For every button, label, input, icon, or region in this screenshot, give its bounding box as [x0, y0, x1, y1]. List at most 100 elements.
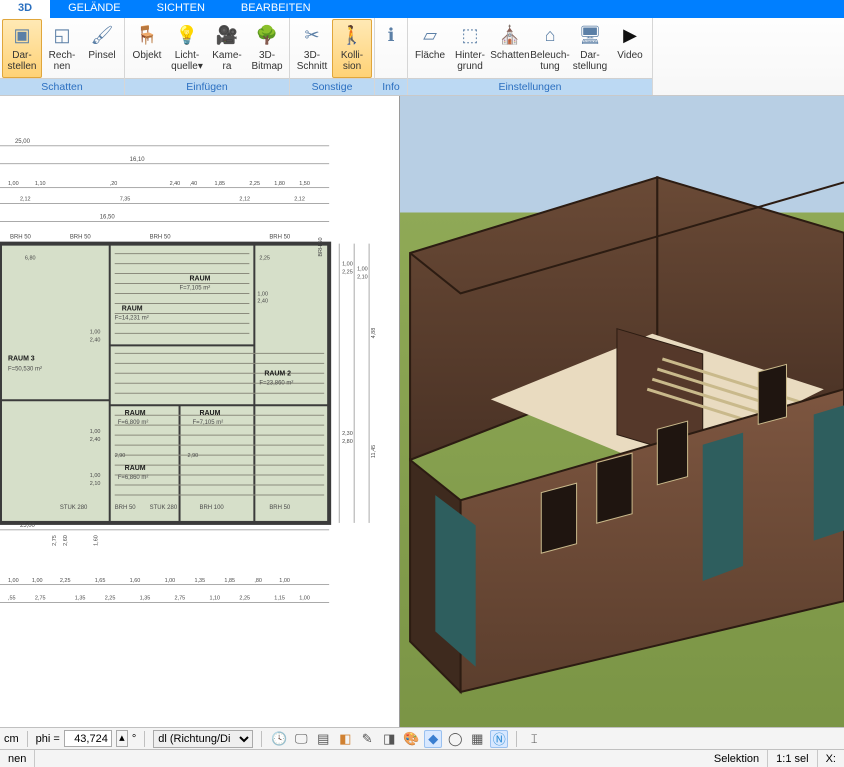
grid-icon[interactable]: ▦: [468, 730, 486, 748]
svg-text:BRH 50: BRH 50: [10, 235, 32, 241]
tab-edit[interactable]: BEARBEITEN: [223, 0, 329, 18]
lichtquelle-button[interactable]: 💡Licht- quelle▾: [167, 19, 207, 78]
cube-wire-icon: ◱: [49, 22, 75, 48]
svg-text:STUK 280: STUK 280: [150, 505, 178, 511]
darstellung-button[interactable]: 🖥Dar- stellung: [570, 19, 610, 78]
svg-text:F=14,231 m²: F=14,231 m²: [115, 315, 149, 321]
svg-text:25,00: 25,00: [20, 523, 36, 529]
play-icon: ▶: [617, 22, 643, 48]
palette-icon[interactable]: 🎨: [402, 730, 420, 748]
schatten-button[interactable]: ⛪Schatten: [490, 19, 530, 78]
monitor-icon: 🖥: [577, 22, 603, 48]
north-icon[interactable]: Ⓝ: [490, 730, 508, 748]
svg-text:1,00: 1,00: [357, 267, 368, 273]
3d-view-pane[interactable]: [400, 96, 844, 743]
svg-text:2,60: 2,60: [63, 535, 69, 546]
svg-text:1,10: 1,10: [209, 596, 220, 602]
svg-text:F=50,530 m²: F=50,530 m²: [8, 366, 42, 372]
video-button[interactable]: ▶Video: [610, 19, 650, 78]
svg-text:1,00: 1,00: [165, 578, 176, 584]
workspace: 25,00 16,10 1,00 1,10 ,20 2,40 ,40 1,85 …: [0, 96, 844, 743]
svg-text:1,60: 1,60: [94, 535, 100, 546]
svg-text:7,35: 7,35: [120, 197, 131, 203]
hintergrund-button[interactable]: ⬚Hinter- grund: [450, 19, 490, 78]
tab-terrain[interactable]: GELÄNDE: [50, 0, 139, 18]
status-left: nen: [0, 750, 35, 767]
ribbon-group-info: ℹ Info: [375, 18, 408, 95]
status-bar: nen Selektion 1:1 sel X:: [0, 749, 844, 767]
svg-text:BRH 50: BRH 50: [318, 237, 324, 256]
svg-text:RAUM: RAUM: [190, 276, 211, 283]
layer-blue-icon[interactable]: ◆: [424, 730, 442, 748]
svg-text:2,25: 2,25: [60, 578, 71, 584]
svg-text:2,30: 2,30: [342, 431, 353, 437]
svg-text:2,90: 2,90: [115, 453, 126, 459]
status-x: X:: [818, 750, 844, 767]
phi-stepper[interactable]: ▴: [116, 730, 128, 747]
svg-text:2,25: 2,25: [259, 256, 270, 262]
phi-input[interactable]: [64, 730, 112, 747]
info-button[interactable]: ℹ: [377, 19, 405, 78]
svg-text:16,10: 16,10: [130, 157, 146, 163]
rechnen-button[interactable]: ◱Rech- nen: [42, 19, 82, 78]
objekt-button[interactable]: 🪑Objekt: [127, 19, 167, 78]
group-label: Einstellungen: [408, 78, 652, 95]
svg-text:1,00: 1,00: [90, 429, 101, 435]
svg-text:F=6,809 m²: F=6,809 m²: [118, 420, 149, 426]
layers-orange-icon[interactable]: ◧: [336, 730, 354, 748]
svg-text:2,25: 2,25: [105, 596, 116, 602]
svg-text:1,00: 1,00: [90, 329, 101, 335]
monitor-icon[interactable]: 🖵: [292, 730, 310, 748]
svg-text:2,12: 2,12: [20, 197, 31, 203]
3d-schnitt-button[interactable]: ✂3D- Schnitt: [292, 19, 332, 78]
person-icon: 🚶: [339, 22, 365, 48]
kamera-button[interactable]: 🎥Kame- ra: [207, 19, 247, 78]
svg-text:25,00: 25,00: [15, 139, 31, 145]
svg-text:RAUM: RAUM: [122, 305, 143, 312]
svg-text:RAUM 3: RAUM 3: [8, 355, 35, 362]
svg-text:1,35: 1,35: [140, 596, 151, 602]
3d-viewport[interactable]: [400, 96, 844, 743]
svg-text:BRH 100: BRH 100: [199, 505, 224, 511]
dl-select[interactable]: dl (Richtung/Di: [153, 730, 253, 748]
svg-text:F=23,860 m²: F=23,860 m²: [259, 380, 293, 386]
beleuchtung-button[interactable]: ⌂Beleuch- tung: [530, 19, 570, 78]
darstellen-button[interactable]: ▣Dar- stellen: [2, 19, 42, 78]
separator: [144, 731, 145, 747]
3d-bitmap-button[interactable]: 🌳3D- Bitmap: [247, 19, 287, 78]
clock-icon[interactable]: 🕓: [270, 730, 288, 748]
svg-text:1,85: 1,85: [224, 578, 235, 584]
separator: [27, 731, 28, 747]
svg-text:2,80: 2,80: [342, 439, 353, 445]
svg-text:2,90: 2,90: [188, 453, 199, 459]
svg-text:BRH 50: BRH 50: [115, 505, 137, 511]
group-label: Einfügen: [125, 78, 289, 95]
text-cursor-icon[interactable]: 𝙸: [525, 730, 543, 748]
svg-text:1,10: 1,10: [35, 181, 46, 187]
kollision-button[interactable]: 🚶Kolli- sion: [332, 19, 372, 78]
cube-solid-icon: ▣: [9, 22, 35, 48]
ribbon-group-einfuegen: 🪑Objekt 💡Licht- quelle▾ 🎥Kame- ra 🌳3D- B…: [125, 18, 290, 95]
floor-plan-pane[interactable]: 25,00 16,10 1,00 1,10 ,20 2,40 ,40 1,85 …: [0, 96, 400, 743]
svg-text:1,00: 1,00: [32, 578, 43, 584]
tab-3d[interactable]: 3D: [0, 0, 50, 18]
tab-views[interactable]: SICHTEN: [139, 0, 223, 18]
background-icon: ⬚: [457, 22, 483, 48]
globe-icon[interactable]: ◯: [446, 730, 464, 748]
svg-text:BRH 50: BRH 50: [269, 235, 291, 241]
svg-text:2,75: 2,75: [52, 535, 58, 546]
svg-text:11,45: 11,45: [371, 445, 377, 458]
group-label: Schatten: [0, 78, 124, 95]
wand-icon[interactable]: ✎: [358, 730, 376, 748]
stack-icon[interactable]: ▤: [314, 730, 332, 748]
svg-text:2,12: 2,12: [239, 197, 250, 203]
eraser-icon[interactable]: ◨: [380, 730, 398, 748]
pinsel-button[interactable]: 🖌Pinsel: [82, 19, 122, 78]
ribbon-group-einstellungen: ▱Fläche ⬚Hinter- grund ⛪Schatten ⌂Beleuc…: [408, 18, 653, 95]
svg-text:1,50: 1,50: [299, 181, 310, 187]
flaeche-button[interactable]: ▱Fläche: [410, 19, 450, 78]
svg-text:2,25: 2,25: [249, 181, 260, 187]
svg-text:BRH 50: BRH 50: [70, 235, 92, 241]
svg-text:1,80: 1,80: [274, 181, 285, 187]
svg-text:2,75: 2,75: [175, 596, 186, 602]
